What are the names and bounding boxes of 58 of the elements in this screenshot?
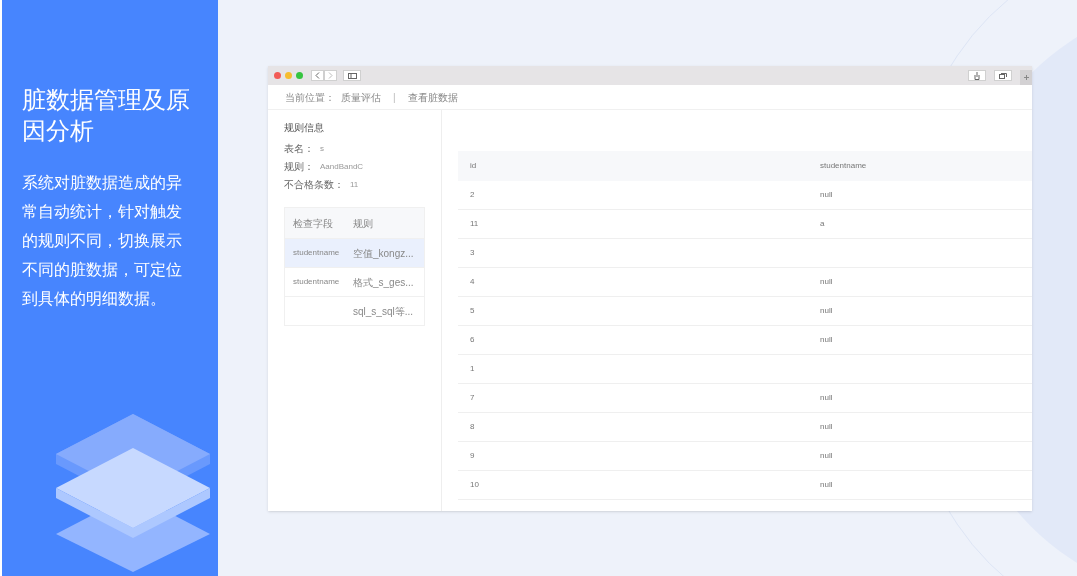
breadcrumb-link[interactable]: 质量评估: [341, 89, 381, 105]
table-cell: 7: [470, 393, 475, 402]
table-cell: null: [820, 276, 833, 288]
table-cell: a: [820, 218, 825, 230]
table-cell-text: 格式_s_ges...: [353, 275, 415, 290]
sidebar-button[interactable]: [343, 70, 361, 81]
table-cell: 1: [470, 364, 475, 373]
back-icon: [315, 72, 320, 79]
field-value: 11: [350, 179, 359, 191]
back-button[interactable]: [311, 70, 324, 81]
column-header: 规则: [353, 216, 374, 231]
field-value: AandBandC: [320, 161, 364, 173]
new-tab-button[interactable]: [1020, 70, 1032, 85]
table-cell: 9: [470, 451, 475, 460]
table-cell-text: 空值_kongz...: [353, 246, 415, 261]
forward-button[interactable]: [324, 70, 337, 81]
breadcrumb-label: 当前位置：: [285, 90, 335, 105]
table-cell: 2: [470, 190, 475, 199]
field-label: 不合格条数：: [284, 179, 344, 191]
table-cell: studentname: [293, 277, 340, 286]
table-cell: null: [820, 334, 833, 346]
breadcrumb-link[interactable]: 查看脏数据: [407, 89, 458, 105]
table-cell: 11: [470, 219, 479, 228]
table-cell: null: [820, 305, 833, 317]
table-cell: 6: [470, 335, 475, 344]
section-title: 规则信息: [284, 121, 325, 135]
forward-icon: [328, 72, 333, 79]
table-cell: null: [820, 392, 833, 404]
table-cell-text: sql_s_sql等...: [353, 304, 415, 319]
table-cell: 4: [470, 277, 475, 286]
breadcrumb-separator: |: [393, 90, 396, 105]
maximize-icon[interactable]: [296, 72, 303, 79]
minimize-icon[interactable]: [285, 72, 292, 79]
feature-description: 系统对脏数据造成的异常自动统计，针对触发的规则不同，切换展示不同的脏数据，可定位到具体的明细数据。: [22, 173, 183, 309]
table-cell: null: [820, 421, 833, 433]
share-button[interactable]: [968, 70, 986, 81]
field-value: s: [320, 143, 324, 155]
share-icon: [974, 71, 980, 80]
table-cell: studentname: [293, 248, 340, 257]
sidebar-icon: [347, 72, 357, 79]
field-label: 规则：: [284, 161, 314, 173]
table-cell: null: [820, 189, 833, 201]
table-cell: 10: [470, 480, 479, 489]
column-header: 检查字段: [292, 216, 334, 231]
table-cell: null: [820, 479, 833, 491]
rule-row[interactable]: studentname 空值_kongz...: [285, 238, 424, 267]
feature-title: 脏数据管理及原因分析: [22, 85, 191, 146]
plus-icon: [1023, 75, 1029, 80]
field-label: 表名：: [284, 143, 314, 155]
table-cell: null: [820, 450, 833, 462]
close-icon[interactable]: [274, 72, 281, 79]
table-cell: 8: [470, 422, 475, 431]
tabs-icon: [999, 72, 1007, 79]
table-cell: 3: [470, 248, 475, 257]
column-header: id: [469, 160, 478, 172]
column-header: studentname: [820, 160, 868, 172]
tabs-button[interactable]: [994, 70, 1012, 81]
table-cell: 5: [470, 306, 475, 315]
